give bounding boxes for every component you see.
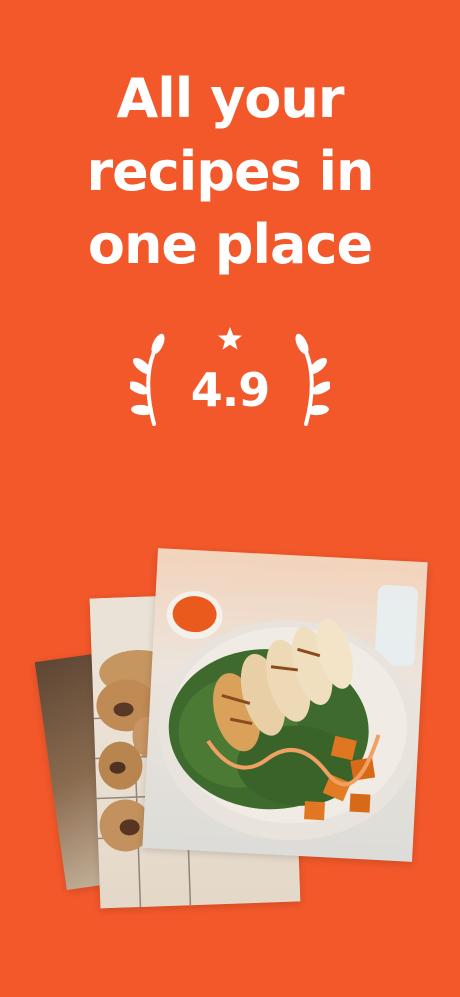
recipe-photo-chicken-bowl [142, 548, 428, 862]
headline-line-3: one place [87, 213, 373, 276]
chicken-bowl-illustration [158, 585, 419, 841]
rating-value: 4.9 [190, 363, 271, 417]
headline-line-1: All your [116, 67, 345, 130]
headline: All your recipes in one place [0, 62, 460, 281]
star-icon [218, 327, 242, 350]
rating-badge: 4.9 [130, 322, 330, 426]
headline-line-2: recipes in [86, 140, 375, 203]
